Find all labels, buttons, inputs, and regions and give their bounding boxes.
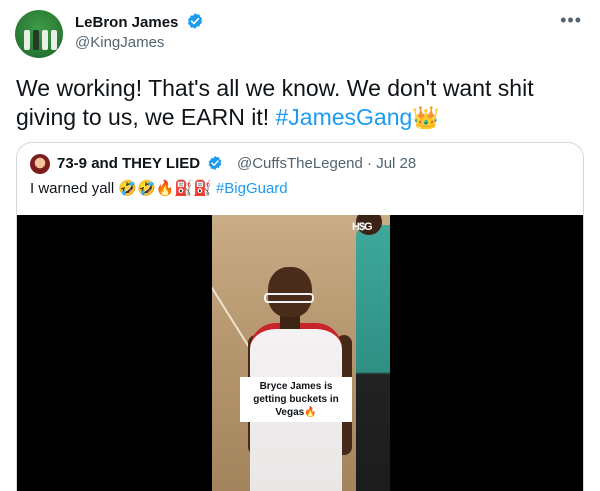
- quoted-author-name[interactable]: 73-9 and THEY LIED: [57, 155, 200, 172]
- avatar-figure: [24, 30, 30, 50]
- quoted-author-name-row[interactable]: 73-9 and THEY LIED: [57, 155, 223, 172]
- verified-badge-icon: [208, 156, 222, 170]
- background-player: [356, 225, 390, 491]
- author-name-row[interactable]: LeBron James: [75, 12, 204, 31]
- author-name[interactable]: LeBron James: [75, 14, 178, 31]
- video-caption: Bryce James is getting buckets in Vegas🔥: [240, 377, 352, 422]
- avatar-figure: [42, 30, 48, 50]
- player-head: [268, 267, 312, 317]
- avatar-figure: [33, 30, 39, 50]
- crown-emoji: 👑: [412, 105, 440, 130]
- avatar-figure: [51, 30, 57, 50]
- quoted-body: I warned yall 🤣🤣🔥⛽⛽: [30, 180, 216, 197]
- quoted-text: I warned yall 🤣🤣🔥⛽⛽ #BigGuard: [30, 179, 288, 197]
- more-options-button[interactable]: •••: [560, 10, 582, 31]
- hashtag-link[interactable]: #JamesGang: [276, 104, 413, 130]
- quoted-author-avatar[interactable]: [30, 154, 50, 174]
- author-avatar[interactable]: [15, 10, 63, 58]
- verified-badge-icon: [187, 13, 202, 29]
- tweet-text: We working! That's all we know. We don't…: [16, 74, 586, 132]
- quoted-handle-time[interactable]: @CuffsTheLegend · Jul 28: [237, 155, 416, 172]
- quoted-tweet[interactable]: 73-9 and THEY LIED @CuffsTheLegend · Jul…: [16, 142, 584, 491]
- player-glasses: [264, 293, 314, 303]
- tweet-card[interactable]: LeBron James @KingJames ••• We working! …: [0, 0, 600, 491]
- author-handle[interactable]: @KingJames: [75, 34, 164, 51]
- quoted-hashtag-link[interactable]: #BigGuard: [216, 180, 288, 197]
- ellipsis-icon: •••: [560, 10, 582, 30]
- video-frame[interactable]: H$G Bryce James is getting buckets in Ve…: [212, 215, 390, 491]
- video-watermark: H$G: [352, 221, 373, 233]
- quoted-video[interactable]: H$G Bryce James is getting buckets in Ve…: [17, 215, 583, 491]
